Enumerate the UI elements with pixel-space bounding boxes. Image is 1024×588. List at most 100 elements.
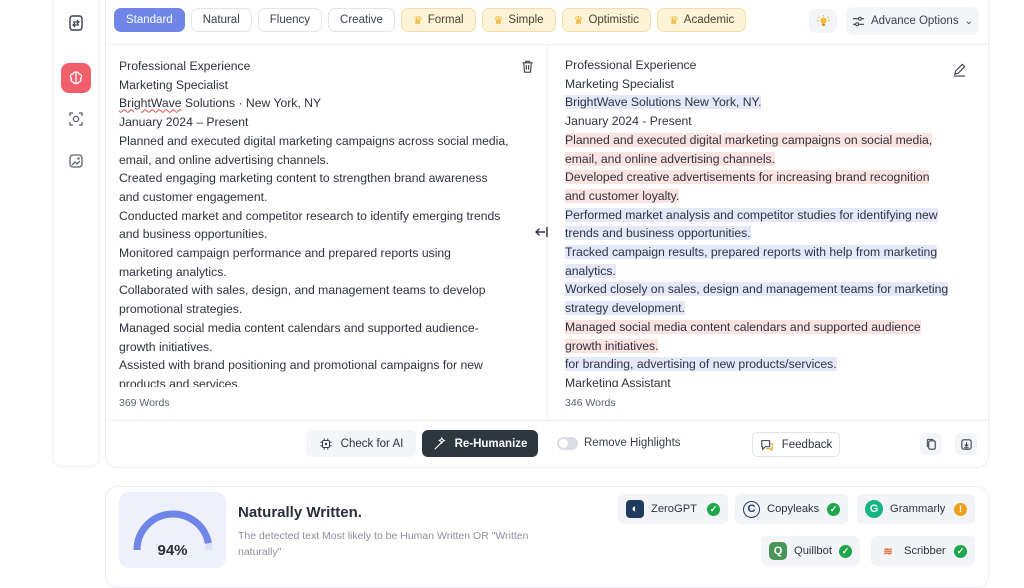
zerogpt-logo-icon: ◐ [626, 500, 644, 518]
input-text-line: Planned and executed digital marketing c… [119, 133, 509, 148]
score-gauge: 94% [119, 492, 226, 568]
input-text-line: January 2024 – Present [119, 115, 249, 130]
highlighted-phrase: Managed social media content calendars a… [565, 319, 921, 334]
check-for-ai-button[interactable]: Check for AI [306, 430, 416, 457]
output-text-line: Performed market analysis and competitor… [565, 206, 965, 225]
detector-name: ZeroGPT [651, 503, 698, 515]
input-text-line: and customer engagement. [119, 189, 268, 204]
detector-quillbot: Q Quillbot ✓ [761, 536, 860, 566]
crown-icon: ♛ [412, 14, 423, 27]
tone-chip-label: Formal [427, 14, 464, 26]
image-edit-icon[interactable] [61, 146, 91, 176]
detector-grammarly: G Grammarly ! [857, 494, 975, 524]
output-text-line: email, and online advertising channels. [565, 150, 965, 169]
input-text-rest: Solutions · New York, NY [181, 96, 322, 111]
output-text-line: Developed creative advertisements for in… [565, 168, 965, 187]
tone-chip-optimistic[interactable]: ♛ Optimistic [561, 8, 651, 32]
warning-icon: ! [954, 502, 967, 516]
tone-chip-natural[interactable]: Natural [190, 8, 252, 32]
output-text-line: Managed social media content calendars a… [565, 318, 965, 337]
highlighted-phrase: trends and business opportunities. [565, 226, 751, 241]
tone-selector: Standard Natural Fluency Creative ♛ Formal ♛ Si… [114, 8, 747, 32]
highlighted-phrase: Performed market analysis and competitor… [565, 207, 938, 222]
output-text: January 2024 - Present [565, 114, 692, 129]
trash-icon[interactable] [520, 59, 535, 79]
left-rail [52, 0, 100, 467]
output-text-line: for branding, advertising of new product… [565, 355, 965, 374]
scribbr-logo-icon: ≋ [883, 545, 893, 558]
highlighted-phrase: Planned and executed digital marketing c… [565, 132, 933, 147]
input-text-line: Collaborated with sales, design, and man… [119, 283, 486, 298]
feedback-icon [760, 439, 773, 452]
tone-chip-label: Optimistic [588, 14, 639, 26]
idea-bulb-icon[interactable] [809, 9, 837, 33]
tone-chip-label: Simple [508, 14, 544, 26]
highlighted-phrase: BrightWave Solutions New York, NY. [565, 95, 762, 110]
highlighted-phrase: and customer loyalty. [565, 188, 680, 203]
remove-highlights-toggle[interactable] [557, 437, 578, 450]
result-card: 94% Naturally Written. The detected text… [105, 486, 989, 588]
tone-chip-creative[interactable]: Creative [328, 8, 395, 32]
feedback-label: Feedback [781, 438, 833, 451]
tone-chip-academic[interactable]: ♛ Academic [656, 8, 747, 32]
highlighted-phrase: Tracked campaign results, prepared repor… [565, 245, 938, 260]
check-icon: ✓ [707, 502, 720, 516]
sliders-icon [852, 16, 865, 26]
advance-options-button[interactable]: Advance Options ⌄ [846, 7, 979, 35]
tone-chip-standard[interactable]: Standard [114, 8, 185, 32]
input-text-line: BrightWave Solutions · New York, NY [119, 94, 519, 113]
brain-icon[interactable] [61, 63, 91, 93]
footer-divider [106, 420, 988, 421]
result-description: The detected text Most likely to be Huma… [238, 528, 528, 560]
detector-copyleaks: C Copyleaks ✓ [735, 494, 848, 524]
input-text-line: email, and online advertising channels. [119, 152, 330, 167]
highlighted-phrase: growth initiatives. [565, 338, 659, 353]
input-text-line: products and services. [119, 376, 241, 387]
result-description-line: The detected text Most likely to be Huma… [238, 530, 529, 542]
download-icon[interactable] [955, 433, 977, 455]
input-text-line: Professional Experience [119, 59, 251, 73]
detector-scribber: ≋ Scribber ✓ [871, 536, 975, 566]
output-word-count: 346 Words [565, 397, 616, 409]
chevron-down-icon: ⌄ [964, 15, 973, 27]
magic-wand-icon [433, 436, 446, 450]
tone-chip-label: Standard [126, 14, 173, 26]
rehumanize-button[interactable]: Re-Humanize [422, 430, 538, 457]
detector-name: Quillbot [794, 545, 832, 557]
output-text: Marketing Assistant [565, 375, 671, 387]
input-word-count: 369 Words [119, 397, 170, 409]
crown-icon: ♛ [573, 14, 584, 27]
tone-chip-label: Fluency [269, 14, 311, 26]
output-text-line: BrightWave Solutions New York, NY. [565, 93, 965, 112]
swap-document-icon[interactable] [61, 8, 91, 38]
pencil-edit-icon[interactable] [952, 62, 967, 82]
output-text-area[interactable]: Professional Experience Marketing Special… [565, 56, 965, 387]
highlighted-phrase: analytics. [565, 263, 616, 278]
output-text-line: January 2024 - Present [565, 112, 965, 131]
output-text-line: growth initiatives. [565, 337, 965, 356]
grammarly-logo-icon: G [865, 500, 883, 518]
detector-name: Scribber [904, 545, 946, 557]
scan-ai-icon[interactable] [61, 104, 91, 134]
arrow-left-icon[interactable] [533, 224, 549, 245]
output-text-line: analytics. [565, 262, 965, 281]
remove-highlights-label: Remove Highlights [584, 437, 681, 449]
output-text-line: Marketing Assistant [565, 374, 965, 387]
result-title: Naturally Written. [238, 504, 362, 521]
detector-zerogpt: ◐ ZeroGPT ✓ [618, 494, 728, 524]
input-text-line: and business opportunities. [119, 227, 268, 242]
input-text-line: Managed social media content calendars a… [119, 320, 479, 335]
tone-chip-fluency[interactable]: Fluency [257, 8, 323, 32]
tone-chip-formal[interactable]: ♛ Formal [400, 8, 476, 32]
check-for-ai-label: Check for AI [340, 437, 404, 450]
input-text-line: Conducted market and competitor research… [119, 208, 501, 223]
tone-chip-simple[interactable]: ♛ Simple [481, 8, 556, 32]
rehumanize-label: Re-Humanize [454, 437, 528, 450]
humanizer-card: Standard Natural Fluency Creative ♛ Formal ♛ Si… [105, 0, 989, 468]
copy-icon[interactable] [920, 433, 942, 455]
input-text-area[interactable]: Professional Experience Marketing Special… [119, 57, 519, 387]
output-text-line: Planned and executed digital marketing c… [565, 131, 965, 150]
input-text-line: Marketing Specialist [119, 77, 229, 92]
feedback-button[interactable]: Feedback [752, 432, 840, 457]
check-icon: ✓ [954, 544, 967, 558]
